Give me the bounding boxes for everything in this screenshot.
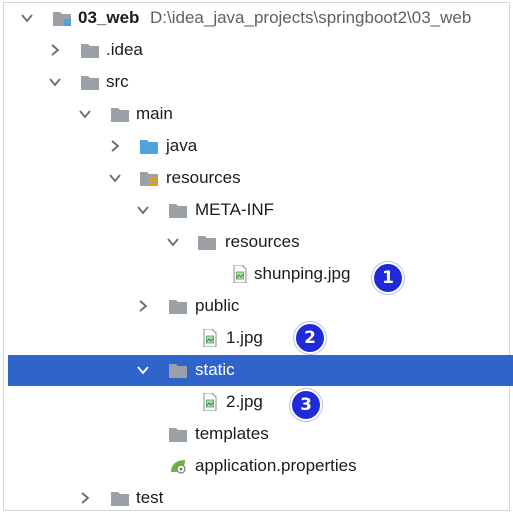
- image-file-icon: [200, 329, 220, 347]
- chevron-down-icon[interactable]: [166, 235, 180, 249]
- tree-label: 2.jpg: [226, 392, 263, 411]
- tree-row-java[interactable]: java: [8, 131, 513, 162]
- annotation-badge-3: 3: [290, 389, 322, 421]
- tree-row-1-jpg[interactable]: 1.jpg: [8, 323, 513, 354]
- tree-label: 1.jpg: [226, 328, 263, 347]
- image-file-icon: [200, 393, 220, 411]
- project-tree-panel: 03_web D:\idea_java_projects\springboot2…: [3, 2, 513, 514]
- tree-label: src: [106, 72, 129, 91]
- chevron-right-icon[interactable]: [78, 491, 92, 505]
- chevron-right-icon[interactable]: [48, 43, 62, 57]
- tree-label: application.properties: [195, 456, 357, 475]
- folder-icon: [110, 105, 130, 123]
- annotation-badge-2: 2: [294, 322, 326, 354]
- folder-icon: [110, 489, 130, 507]
- tree-label: public: [195, 296, 240, 315]
- tree-row-public[interactable]: public: [8, 291, 513, 322]
- tree-label: java: [166, 136, 198, 155]
- folder-icon: [168, 361, 188, 379]
- tree-label: shunping.jpg: [254, 264, 351, 283]
- tree-row-idea[interactable]: .idea: [8, 35, 513, 66]
- folder-icon: [197, 233, 217, 251]
- source-folder-icon: [139, 137, 159, 155]
- chevron-down-icon[interactable]: [108, 171, 122, 185]
- tree-row-meta-resources[interactable]: resources: [8, 227, 513, 258]
- tree-row-src[interactable]: src: [8, 67, 513, 98]
- tree-row-03-web[interactable]: 03_web D:\idea_java_projects\springboot2…: [8, 3, 513, 34]
- chevron-down-icon[interactable]: [20, 11, 34, 25]
- chevron-down-icon[interactable]: [78, 107, 92, 121]
- tree-row-shunping-jpg[interactable]: shunping.jpg: [8, 259, 513, 290]
- folder-icon: [168, 425, 188, 443]
- tree-label: static: [195, 360, 235, 379]
- tree-label: META-INF: [195, 200, 275, 219]
- chevron-right-icon[interactable]: [136, 299, 150, 313]
- tree-row-templates[interactable]: templates: [8, 419, 513, 450]
- chevron-down-icon[interactable]: [48, 75, 62, 89]
- tree-row-test[interactable]: test: [8, 483, 513, 514]
- module-path: D:\idea_java_projects\springboot2\03_web: [150, 8, 472, 27]
- resources-folder-icon: [139, 169, 159, 187]
- chevron-down-icon[interactable]: [136, 203, 150, 217]
- folder-icon: [168, 201, 188, 219]
- tree-row-meta-inf[interactable]: META-INF: [8, 195, 513, 226]
- chevron-down-icon[interactable]: [136, 363, 150, 377]
- folder-icon: [80, 73, 100, 91]
- module-folder-icon: [52, 9, 72, 27]
- tree-row-application-properties[interactable]: application.properties: [8, 451, 513, 482]
- folder-icon: [168, 297, 188, 315]
- tree-row-static[interactable]: static: [8, 355, 513, 386]
- tree-row-2-jpg[interactable]: 2.jpg: [8, 387, 513, 418]
- tree-label: test: [136, 488, 164, 507]
- image-file-icon: [230, 265, 250, 283]
- spring-properties-icon: [168, 457, 188, 475]
- tree-row-main[interactable]: main: [8, 99, 513, 130]
- tree-label: main: [136, 104, 173, 123]
- tree-row-resources[interactable]: resources: [8, 163, 513, 194]
- tree-label: resources: [166, 168, 241, 187]
- tree-label: templates: [195, 424, 269, 443]
- tree-label: 03_web: [78, 8, 140, 27]
- folder-icon: [80, 41, 100, 59]
- annotation-badge-1: 1: [372, 262, 404, 294]
- tree-label: resources: [225, 232, 300, 251]
- tree-label: .idea: [106, 40, 143, 59]
- chevron-right-icon[interactable]: [108, 139, 122, 153]
